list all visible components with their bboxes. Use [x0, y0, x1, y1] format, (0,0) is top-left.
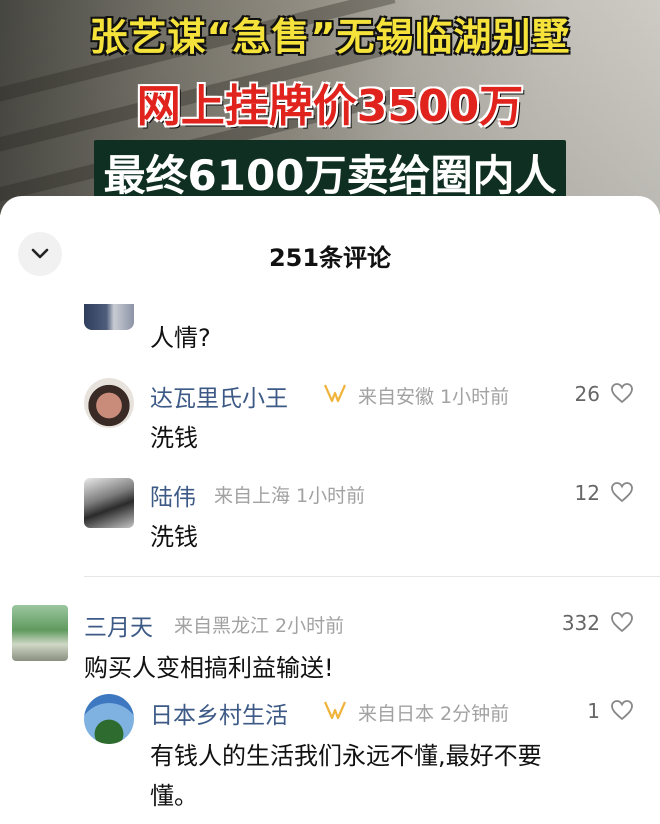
like-count: 332 [561, 611, 600, 635]
like-count: 1 [587, 699, 600, 723]
divider [84, 576, 660, 577]
heart-icon[interactable] [610, 699, 634, 721]
comment-text: 懂。 [150, 782, 198, 810]
username[interactable]: 日本乡村生活 [150, 696, 288, 730]
username[interactable]: 达瓦里氏小王 [150, 379, 288, 413]
cover-headline: 张艺谋“急售”无锡临湖别墅 [89, 15, 571, 59]
heart-icon[interactable] [610, 611, 634, 633]
comment-meta: 来自黑龙江 2小时前 [174, 615, 345, 637]
like-count: 26 [574, 382, 600, 406]
comment-text: 购买人变相搞利益输送! [84, 654, 334, 682]
cover-subheadline-price: 网上挂牌价3500万 [136, 81, 524, 132]
username[interactable]: 三月天 [84, 608, 153, 642]
username[interactable]: 陆伟 [150, 478, 196, 512]
vip-badge-icon [323, 384, 347, 403]
avatar[interactable] [12, 605, 68, 661]
avatar[interactable] [84, 378, 134, 428]
avatar[interactable] [84, 304, 134, 330]
comment-text: 有钱人的生活我们永远不懂,最好不要 [150, 742, 542, 770]
comment-text: 人情? [150, 324, 211, 352]
video-cover[interactable]: 张艺谋“急售”无锡临湖别墅 网上挂牌价3500万 最终6100万卖给圈内人 [0, 0, 660, 215]
comment-meta: 来自上海 1小时前 [214, 485, 366, 507]
heart-icon[interactable] [610, 481, 634, 503]
avatar[interactable] [84, 694, 134, 744]
avatar[interactable] [84, 478, 134, 528]
comment-text: 洗钱 [150, 424, 198, 452]
like-count: 12 [574, 481, 600, 505]
comment-count-title: 251条评论 [268, 244, 392, 272]
heart-icon[interactable] [610, 382, 634, 404]
comment-meta: 来自日本 2分钟前 [358, 703, 510, 725]
comment-text: 洗钱 [150, 523, 198, 551]
comment-meta: 来自安徽 1小时前 [358, 386, 510, 408]
vip-badge-icon [323, 701, 347, 720]
comment-sheet: 251条评论 人情? 达瓦里氏小王 来自安徽 1小时前 26 洗钱 陆伟 来自上… [0, 196, 660, 824]
